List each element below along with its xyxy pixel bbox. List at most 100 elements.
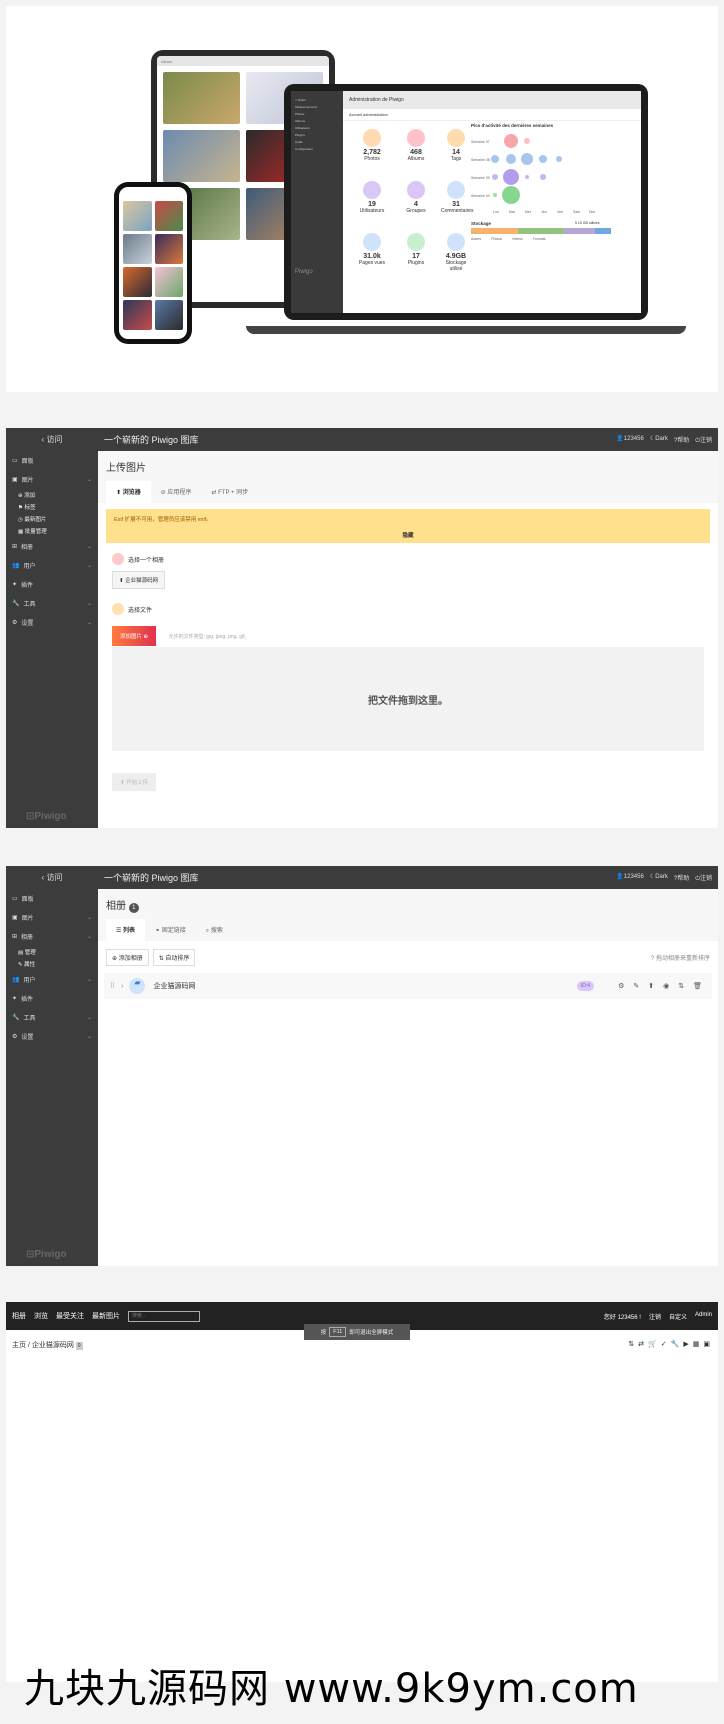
check-icon[interactable]: ✓ [661, 1340, 667, 1348]
eye-icon[interactable]: ◉ [663, 982, 669, 990]
customize-link[interactable]: 自定义 [669, 1312, 687, 1321]
laptop-base [246, 326, 686, 334]
help-link[interactable]: ?帮助 [674, 873, 689, 883]
sidebar-item-settings[interactable]: ⚙ 设置 ⌄ [6, 613, 98, 632]
admin-link[interactable]: Admin [695, 1312, 712, 1321]
dark-toggle[interactable]: ☾Dark [650, 435, 668, 445]
tab-permalinks[interactable]: ⚭ 固定链接 [145, 919, 196, 941]
sidebar-item-albums[interactable]: ⊞ 相册 ⌄ [6, 537, 98, 556]
wrench-icon[interactable]: 🔧 [671, 1340, 680, 1348]
album-name[interactable]: 企业猫源码网 [153, 981, 195, 991]
album-row[interactable]: ⠿ › ▰ 企业猫源码网 ID:4 ⚙ ✎ ⬆ ◉ ⇅ 🗑 [104, 973, 712, 999]
auto-sort-button[interactable]: ⇅ 自动排序 [152, 949, 196, 966]
add-album-button[interactable]: ⊕ 添加相册 [106, 949, 149, 966]
sidebar-sub-batch[interactable]: ▦ 批量管理 [6, 525, 98, 537]
stat-icon [447, 129, 465, 147]
calendar-icon[interactable]: ▦ [693, 1340, 700, 1348]
mockup-panel: Album < Visiter Tableau de bord Photos A… [6, 6, 718, 392]
album-selector[interactable]: ⬆ 企业猫源码网 [112, 571, 166, 589]
user-link[interactable]: 👤123456 [616, 435, 644, 445]
chevron-right-icon[interactable]: › [121, 983, 123, 990]
sidebar-item-photos[interactable]: ▣ 图片 ⌄ [6, 908, 98, 927]
add-photos-button[interactable]: 添加图片 ⊕ [112, 626, 157, 646]
upload-content: 上传图片 ⬆ 浏览器 ⊘ 应用程序 ⇄ FTP + 同步 Exif 扩展不可用，… [98, 451, 718, 828]
sidebar-sub-properties[interactable]: ✎ 属性 [6, 958, 98, 970]
sidebar-item-photos[interactable]: ▣ 图片 ⌄ [6, 470, 98, 489]
laptop-nav-item: Photos [295, 112, 305, 116]
shuffle-icon[interactable]: ⇄ [638, 1340, 644, 1348]
stat-label: Utilisateurs [359, 208, 385, 214]
cart-icon[interactable]: 🛒 [648, 1340, 657, 1348]
stat-icon [363, 129, 381, 147]
nav-albums[interactable]: 相册 [12, 1311, 26, 1321]
gear-icon[interactable]: ⚙ [618, 982, 624, 990]
select-album-section: 选择一个相册 [98, 549, 718, 569]
admin-topbar: ‹ 访问 一个崭新的 Piwigo 图库 👤123456 ☾Dark ?帮助 ⏻… [6, 866, 718, 889]
upload-icon[interactable]: ⬆ [648, 982, 654, 990]
activity-title: Pics d'activité des dernières semaines [471, 123, 554, 128]
f11-key: F11 [329, 1327, 347, 1337]
greeting: 您好 123456 ! [603, 1314, 641, 1321]
logout-link[interactable]: ⏻注销 [695, 435, 712, 445]
bubble [540, 174, 546, 180]
chevron-down-icon: ⌄ [86, 977, 92, 983]
sort-icon[interactable]: ⇅ [678, 982, 684, 990]
sidebar-sub-recent[interactable]: ◷ 最新图片 [6, 513, 98, 525]
day-label: Ven [557, 210, 563, 214]
nav-recent[interactable]: 最新图片 [92, 1311, 120, 1321]
logout-link[interactable]: ⏻注销 [695, 873, 712, 883]
sidebar-sub-add[interactable]: ⊕ 添加 [6, 489, 98, 501]
user-link[interactable]: 👤123456 [616, 873, 644, 883]
photo-icon[interactable]: ▣ [703, 1340, 710, 1348]
dark-toggle[interactable]: ☾Dark [650, 873, 668, 883]
albums-panel: ‹ 访问 一个崭新的 Piwigo 图库 👤123456 ☾Dark ?帮助 ⏻… [6, 866, 718, 1266]
visit-link[interactable]: ‹ 访问 [6, 872, 98, 883]
sidebar-item-users[interactable]: 👥 用户 ⌄ [6, 970, 98, 989]
tab-ftp[interactable]: ⇄ FTP + 同步 [201, 481, 258, 503]
search-input[interactable] [128, 1310, 200, 1322]
tab-browser[interactable]: ⬆ 浏览器 [106, 481, 151, 503]
tab-search[interactable]: ⌕ 搜索 [196, 919, 233, 941]
sidebar-item-users[interactable]: 👥 用户 ⌄ [6, 556, 98, 575]
sidebar-item-plugins[interactable]: ✦ 插件 [6, 989, 98, 1008]
pencil-icon[interactable]: ✎ [633, 982, 639, 990]
album-count-badge: 1 [128, 903, 139, 913]
sidebar-item-albums[interactable]: ⊞ 相册 ⌄ [6, 927, 98, 946]
tab-apps[interactable]: ⊘ 应用程序 [151, 481, 202, 503]
laptop-nav-item: Utilisateurs [295, 126, 310, 130]
legend-item: Formats [532, 237, 546, 241]
wrench-icon: 🔧 [12, 601, 20, 607]
sidebar-sub-manage[interactable]: ▤ 管理 [6, 946, 98, 958]
photo-thumb [123, 234, 152, 264]
start-upload-button[interactable]: ⬆ 开始上传 [112, 773, 157, 791]
sidebar-item-tools[interactable]: 🔧 工具 ⌄ [6, 1008, 98, 1027]
sidebar-item-tools[interactable]: 🔧 工具 ⌄ [6, 594, 98, 613]
sidebar-item-plugins[interactable]: ✦ 插件 [6, 575, 98, 594]
day-label: Sam [573, 210, 580, 214]
sidebar-sub-tags[interactable]: ⚑ 标签 [6, 501, 98, 513]
nav-popular[interactable]: 最受关注 [56, 1311, 84, 1321]
stat-tile: 17 Plugins [401, 233, 431, 266]
tab-list[interactable]: ☰ 列表 [106, 919, 146, 941]
legend-item: Autres [471, 237, 482, 241]
upload-tabs: ⬆ 浏览器 ⊘ 应用程序 ⇄ FTP + 同步 [98, 481, 718, 503]
stat-tile: 4.9GB Stockage utilisé [441, 233, 471, 272]
sort-icon[interactable]: ⇅ [628, 1340, 634, 1348]
nav-browse[interactable]: 浏览 [34, 1311, 48, 1321]
sidebar-item-dashboard[interactable]: ▭ 面板 [6, 451, 98, 470]
drag-handle-icon[interactable]: ⠿ [110, 982, 115, 990]
laptop-nav-item: Albums [295, 119, 306, 123]
sidebar-item-settings[interactable]: ⚙ 设置 ⌄ [6, 1027, 98, 1046]
visit-link[interactable]: ‹ 访问 [6, 434, 98, 445]
drop-zone[interactable]: 把文件拖到这里。 [112, 647, 704, 751]
help-link[interactable]: ?帮助 [674, 435, 689, 445]
logout-link[interactable]: 注销 [649, 1312, 661, 1321]
hide-warning-button[interactable]: 隐藏 [106, 531, 710, 539]
play-icon[interactable]: ▶ [683, 1340, 688, 1348]
sidebar-item-dashboard[interactable]: ▭ 面板 [6, 889, 98, 908]
trash-icon[interactable]: 🗑 [693, 982, 702, 990]
admin-topbar: ‹ 访问 一个崭新的 Piwigo 图库 👤123456 ☾Dark ?帮助 ⏻… [6, 428, 718, 451]
breadcrumb[interactable]: 主页 / 企业猫源码网 0 [12, 1340, 83, 1350]
admin-sidebar: ▭ 面板 ▣ 图片 ⌄ ⊕ 添加 ⚑ 标签 ◷ 最新图片 ▦ 批量管理 ⊞ 相册 ⌄ 👥 用… [6, 451, 98, 828]
storage-title: Stockage [471, 221, 492, 226]
